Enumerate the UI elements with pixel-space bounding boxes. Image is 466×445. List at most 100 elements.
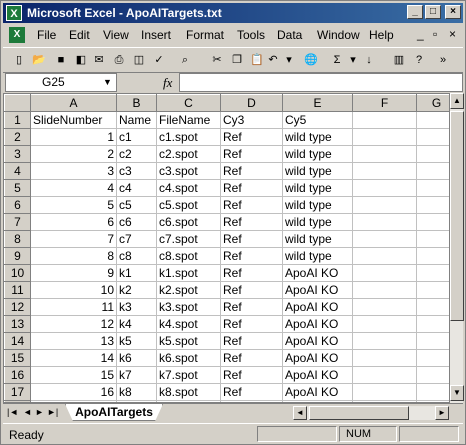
open-icon[interactable]: 📂 — [31, 52, 47, 68]
cell-a[interactable]: 8 — [30, 247, 117, 265]
cell-f[interactable] — [352, 247, 417, 265]
cell-b[interactable]: c5 — [116, 196, 157, 214]
cell-a[interactable]: SlideNumber — [30, 111, 117, 129]
cell-e[interactable]: ApoAI KO — [282, 315, 353, 333]
cell-d[interactable]: Ref — [220, 366, 283, 384]
vertical-scrollbar[interactable]: ▲ ▼ — [449, 93, 464, 403]
cell-f[interactable] — [352, 179, 417, 197]
menu-format[interactable]: Format — [186, 28, 224, 42]
help-icon[interactable]: ? — [411, 52, 427, 68]
doc-close-button[interactable]: × — [449, 27, 456, 41]
cell-c[interactable]: k3.spot — [156, 298, 221, 316]
cell-b[interactable]: c3 — [116, 162, 157, 180]
cell-d[interactable]: Ref — [220, 179, 283, 197]
cell-a[interactable]: 6 — [30, 213, 117, 231]
permission-icon[interactable]: ◧ — [73, 52, 89, 68]
row-header[interactable]: 1 — [4, 111, 31, 129]
cell-f[interactable] — [352, 281, 417, 299]
maximize-button[interactable]: □ — [425, 5, 441, 19]
cell-b[interactable]: k7 — [116, 366, 157, 384]
cell-c[interactable]: k8.spot — [156, 383, 221, 401]
cell-e[interactable]: wild type — [282, 145, 353, 163]
cell-d[interactable]: Ref — [220, 383, 283, 401]
menu-window[interactable]: Window — [317, 28, 360, 42]
spelling-icon[interactable]: ✓ — [151, 52, 167, 68]
cell-b[interactable]: c2 — [116, 145, 157, 163]
cell-d[interactable]: Ref — [220, 247, 283, 265]
cell-f[interactable] — [352, 213, 417, 231]
paste-icon[interactable]: 📋 — [249, 52, 265, 68]
row-header[interactable]: 4 — [4, 162, 31, 180]
cell-a[interactable]: 10 — [30, 281, 117, 299]
cell-e[interactable]: wild type — [282, 128, 353, 146]
cell-a[interactable]: 3 — [30, 162, 117, 180]
print-preview-icon[interactable]: ◫ — [131, 52, 147, 68]
cell-b[interactable]: k2 — [116, 281, 157, 299]
menu-data[interactable]: Data — [277, 28, 302, 42]
cell-e[interactable]: ApoAI KO — [282, 264, 353, 282]
cell-e[interactable]: wild type — [282, 213, 353, 231]
cell-b[interactable]: k4 — [116, 315, 157, 333]
cell-a[interactable]: 2 — [30, 145, 117, 163]
cell-b[interactable]: c4 — [116, 179, 157, 197]
cell-c[interactable]: k5.spot — [156, 332, 221, 350]
cell-a[interactable]: 7 — [30, 230, 117, 248]
autosum-dropdown-icon[interactable]: ▾ — [345, 52, 361, 68]
cell-c[interactable]: k1.spot — [156, 264, 221, 282]
row-header[interactable]: 2 — [4, 128, 31, 146]
cell-c[interactable]: k6.spot — [156, 349, 221, 367]
row-header[interactable]: 7 — [4, 213, 31, 231]
menu-edit[interactable]: Edit — [69, 28, 90, 42]
column-header-d[interactable]: D — [220, 94, 283, 112]
autosum-icon[interactable]: Σ — [329, 52, 345, 68]
cell-c[interactable]: c2.spot — [156, 145, 221, 163]
scroll-left-icon[interactable]: ◄ — [293, 406, 307, 420]
insert-function-icon[interactable]: fx — [163, 75, 172, 91]
name-box[interactable]: G25 — [5, 73, 117, 92]
cell-f[interactable] — [352, 315, 417, 333]
cell-b[interactable]: k5 — [116, 332, 157, 350]
save-icon[interactable]: ■ — [53, 52, 69, 68]
cell-e[interactable]: ApoAI KO — [282, 298, 353, 316]
cell-c[interactable]: c1.spot — [156, 128, 221, 146]
cell-a[interactable]: 11 — [30, 298, 117, 316]
tab-next-icon[interactable]: ► — [35, 407, 44, 417]
cell-e[interactable]: wild type — [282, 162, 353, 180]
cell-c[interactable]: c5.spot — [156, 196, 221, 214]
cell-e[interactable]: wild type — [282, 247, 353, 265]
sort-ascending-icon[interactable]: ↓ — [361, 52, 377, 68]
column-header-a[interactable]: A — [30, 94, 117, 112]
excel-app-icon[interactable]: X — [6, 5, 22, 21]
cell-f[interactable] — [352, 298, 417, 316]
horizontal-scroll-thumb[interactable] — [309, 406, 409, 420]
cell-f[interactable] — [352, 230, 417, 248]
formula-input[interactable] — [179, 73, 463, 92]
cell-c[interactable]: k2.spot — [156, 281, 221, 299]
cell-c[interactable]: c8.spot — [156, 247, 221, 265]
cell-a[interactable]: 16 — [30, 383, 117, 401]
cell-d[interactable]: Ref — [220, 230, 283, 248]
scroll-down-icon[interactable]: ▼ — [450, 385, 464, 401]
menu-file[interactable]: File — [37, 28, 56, 42]
cell-a[interactable]: 15 — [30, 366, 117, 384]
cell-f[interactable] — [352, 264, 417, 282]
cell-f[interactable] — [352, 196, 417, 214]
cell-a[interactable]: 12 — [30, 315, 117, 333]
cell-e[interactable]: wild type — [282, 230, 353, 248]
row-header[interactable]: 10 — [4, 264, 31, 282]
cell-d[interactable]: Ref — [220, 298, 283, 316]
menu-insert[interactable]: Insert — [141, 28, 171, 42]
row-header[interactable]: 6 — [4, 196, 31, 214]
cell-d[interactable]: Ref — [220, 264, 283, 282]
research-icon[interactable]: ⌕ — [177, 52, 193, 68]
cell-a[interactable]: 9 — [30, 264, 117, 282]
doc-restore-button[interactable]: ▫ — [433, 27, 437, 41]
cell-c[interactable]: k7.spot — [156, 366, 221, 384]
cell-b[interactable]: c7 — [116, 230, 157, 248]
workbook-icon[interactable]: X — [9, 27, 25, 43]
cell-f[interactable] — [352, 383, 417, 401]
cell-c[interactable]: c4.spot — [156, 179, 221, 197]
row-header[interactable]: 12 — [4, 298, 31, 316]
menu-help[interactable]: Help — [369, 28, 394, 42]
toolbar-options-icon[interactable]: » — [435, 52, 451, 68]
